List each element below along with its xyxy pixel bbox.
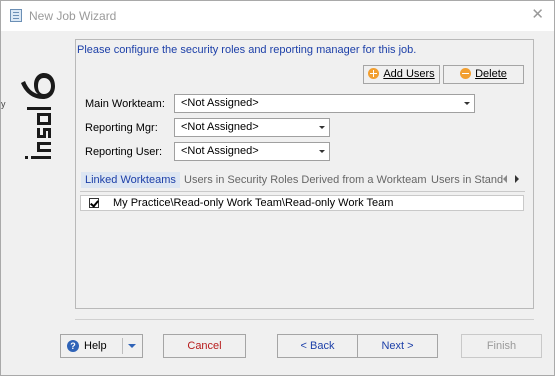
add-users-button[interactable]: Add Users <box>363 65 440 84</box>
tab-users-in-stand[interactable]: Users in Stand <box>431 172 503 188</box>
reporting-mgr-label: Reporting Mgr: <box>85 122 158 134</box>
reporting-user-label: Reporting User: <box>85 146 163 158</box>
split-divider <box>122 338 123 354</box>
tab-users-in-security-roles[interactable]: Users in Security Roles Derived from a W… <box>184 172 426 188</box>
stray-text: y <box>1 99 6 109</box>
window-title: New Job Wizard <box>29 9 117 23</box>
footer-divider <box>75 319 534 320</box>
dropdown-arrow-icon <box>464 102 470 105</box>
linked-workteams-list: My Practice\Read-only Work Team\Read-onl… <box>80 191 525 306</box>
help-icon: ? <box>67 340 79 352</box>
reporting-user-value: <Not Assigned> <box>181 145 259 157</box>
cancel-button[interactable]: Cancel <box>163 334 246 358</box>
reporting-user-combo[interactable]: <Not Assigned> <box>174 142 330 161</box>
reporting-mgr-combo[interactable]: <Not Assigned> <box>174 118 330 137</box>
app-window-icon <box>10 9 22 22</box>
main-workteam-combo[interactable]: <Not Assigned> <box>174 94 475 113</box>
close-button[interactable]: ✕ <box>531 7 544 23</box>
delete-button[interactable]: Delete <box>443 65 524 84</box>
main-workteam-value: <Not Assigned> <box>181 97 259 109</box>
tab-strip: Linked Workteams Users in Security Roles… <box>80 172 524 189</box>
dropdown-arrow-icon <box>319 150 325 153</box>
reporting-mgr-value: <Not Assigned> <box>181 121 259 133</box>
next-button[interactable]: Next > <box>357 334 438 358</box>
list-item[interactable]: My Practice\Read-only Work Team\Read-onl… <box>80 195 524 211</box>
main-workteam-label: Main Workteam: <box>85 98 165 110</box>
insol6-logo <box>21 73 55 159</box>
dropdown-arrow-icon <box>319 126 325 129</box>
tab-scroll-right-icon[interactable] <box>515 175 519 183</box>
tab-linked-workteams[interactable]: Linked Workteams <box>81 172 180 188</box>
row-checkbox[interactable] <box>89 198 99 208</box>
add-icon <box>368 68 380 79</box>
instruction-text: Please configure the security roles and … <box>77 44 417 56</box>
help-split-button[interactable]: ? Help <box>60 334 143 358</box>
workteam-path: My Practice\Read-only Work Team\Read-onl… <box>113 197 394 209</box>
wizard-window: New Job Wizard ✕ y Please configure the … <box>0 0 555 376</box>
help-label: Help <box>84 340 107 352</box>
help-dropdown-icon[interactable] <box>128 344 136 348</box>
finish-button[interactable]: Finish <box>461 334 542 358</box>
title-bar: New Job Wizard ✕ <box>1 1 554 31</box>
tab-scroll-left-icon[interactable] <box>503 175 507 183</box>
back-button[interactable]: < Back <box>277 334 358 358</box>
delete-icon <box>460 68 472 79</box>
